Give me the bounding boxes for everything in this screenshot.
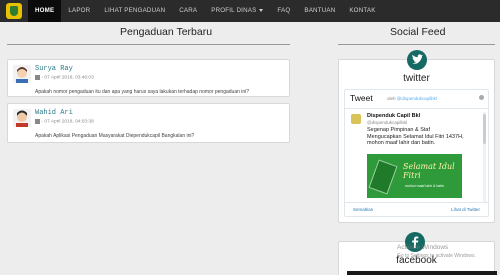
complaint-date: - 07 April 2018, 03:46:03 xyxy=(35,75,94,81)
complainant-name: Surya Ray xyxy=(35,65,73,73)
facebook-feed-preview[interactable] xyxy=(347,271,497,275)
info-icon[interactable] xyxy=(479,95,484,100)
nav-cara[interactable]: CARA xyxy=(172,0,204,22)
tweet-image-title: Selamat Idul Fitri xyxy=(403,162,455,180)
top-navbar: HOME LAPOR LIHAT PENGADUAN CARA PROFIL D… xyxy=(0,0,500,22)
nav-profil-dinas-label: PROFIL DINAS xyxy=(211,7,257,14)
tweet-widget-byline: oleh @dispendukcapilbkl xyxy=(387,96,437,101)
tweet-author-avatar[interactable] xyxy=(351,114,361,124)
embed-link[interactable]: Sematkan xyxy=(353,207,373,212)
tweet-widget-title: Tweet xyxy=(350,93,373,103)
complaint-question: Apakah nomor pengaduan itu dan apa yang … xyxy=(35,89,250,95)
nav-profil-dinas[interactable]: PROFIL DINAS xyxy=(204,0,270,22)
avatar xyxy=(13,109,31,127)
byline-handle[interactable]: @dispendukcapilbkl xyxy=(397,96,437,101)
nav-faq[interactable]: FAQ xyxy=(270,0,297,22)
watermark-subtitle: Go to Settings to activate Windows. xyxy=(397,253,476,259)
complaint-date-text: - 07 April 2018, 04:03:38 xyxy=(41,119,94,125)
widget-footer-divider xyxy=(345,202,488,203)
twitter-title: twitter xyxy=(403,73,430,84)
nav-bantuan[interactable]: BANTUAN xyxy=(297,0,342,22)
tweet-image-subtitle: mohon maaf lahir & batin xyxy=(405,184,444,188)
nav-lihat-pengaduan[interactable]: LIHAT PENGADUAN xyxy=(97,0,172,22)
nav-home[interactable]: HOME xyxy=(28,0,62,22)
logo-icon[interactable] xyxy=(6,3,22,19)
tweet-author-name[interactable]: Dispenduk Capil Bkl xyxy=(367,113,420,119)
complaint-card[interactable]: Surya Ray - 07 April 2018, 03:46:03 Apak… xyxy=(7,59,290,97)
tweet-text: Segenap Pimpinan & Staf Mengucapkan Sela… xyxy=(367,127,464,147)
calendar-icon xyxy=(35,119,40,124)
tweet-image[interactable]: Selamat Idul Fitri mohon maaf lahir & ba… xyxy=(367,154,462,198)
complaint-question: Apakah Aplikasi Pengaduan Masyarakat Die… xyxy=(35,133,195,139)
watermark-title: Activate Windows xyxy=(397,244,449,251)
twitter-panel: twitter Tweet oleh @dispendukcapilbkl Di… xyxy=(338,50,495,223)
byline-prefix: oleh xyxy=(387,96,396,101)
caret-down-icon xyxy=(259,8,264,12)
twitter-timeline-widget[interactable]: Tweet oleh @dispendukcapilbkl Dispenduk … xyxy=(344,89,489,217)
avatar xyxy=(13,65,31,83)
social-heading-divider xyxy=(338,44,495,45)
nav-kontak[interactable]: KONTAK xyxy=(342,0,382,22)
complaint-date: - 07 April 2018, 04:03:38 xyxy=(35,119,94,125)
social-feed-heading: Social Feed xyxy=(390,26,446,38)
complaint-card[interactable]: Wahid Ari - 07 April 2018, 04:03:38 Apak… xyxy=(7,103,290,143)
nav-lapor[interactable]: LAPOR xyxy=(61,0,97,22)
complaints-heading: Pengaduan Terbaru xyxy=(120,26,213,38)
twitter-icon[interactable] xyxy=(407,50,427,70)
widget-scrollbar-thumb[interactable] xyxy=(483,114,486,144)
calendar-icon xyxy=(35,75,40,80)
complaint-date-text: - 07 April 2018, 03:46:03 xyxy=(41,75,94,81)
widget-divider xyxy=(345,108,488,109)
tweet-author-handle[interactable]: @dispendukcapilbkl xyxy=(367,120,407,125)
complaints-heading-divider xyxy=(7,44,290,45)
activate-windows-watermark: Activate Windows Go to Settings to activ… xyxy=(397,244,476,260)
complainant-name: Wahid Ari xyxy=(35,109,73,117)
view-on-twitter-link[interactable]: Lihat di Twitter xyxy=(451,207,480,212)
lantern-illustration xyxy=(368,159,398,195)
